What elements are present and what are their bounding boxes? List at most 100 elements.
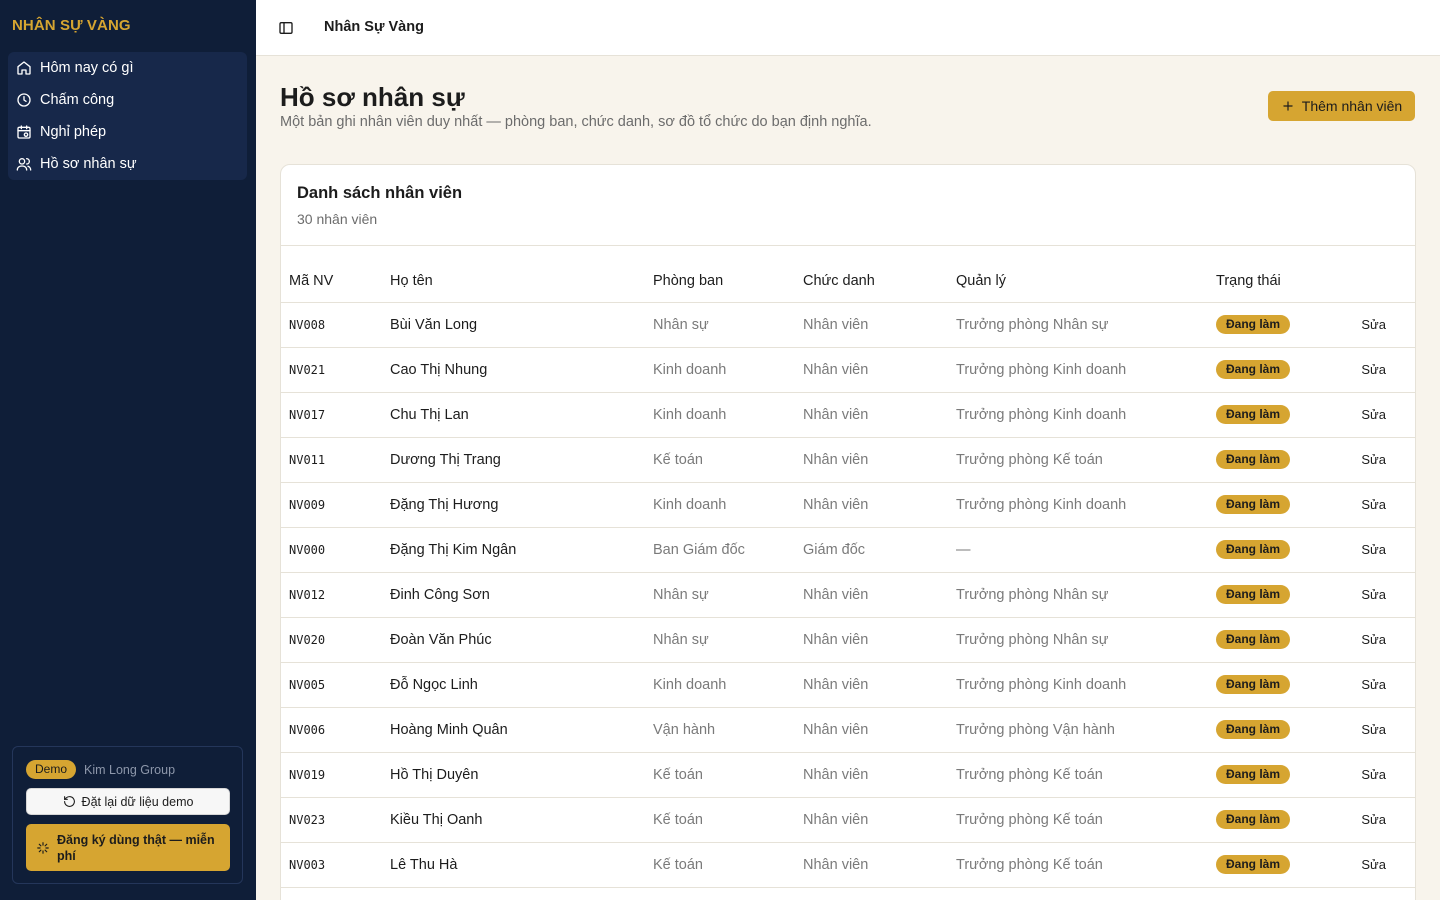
status-cell: Đang làm [1216, 392, 1356, 438]
table-row[interactable]: NV008 Bùi Văn Long Nhân sự Nhân viên Trưởng … [281, 302, 1415, 348]
edit-link[interactable]: Sửa [1361, 812, 1386, 827]
edit-link[interactable]: Sửa [1361, 767, 1386, 782]
reset-demo-button[interactable]: Đặt lại dữ liệu demo [26, 788, 230, 815]
sidebar-item-today[interactable]: Hôm nay có gì [8, 52, 247, 84]
employee-manager: Trưởng phòng Kế toán [956, 842, 1216, 888]
table-header-row: Mã NV Họ tên Phòng ban Chức danh Quản lý… [281, 260, 1415, 303]
table-row[interactable]: NV011 Dương Thị Trang Kế toán Nhân viên Trưở… [281, 437, 1415, 483]
sidebar-item-employees[interactable]: Hồ sơ nhân sự [8, 148, 247, 180]
status-cell: Đang làm [1216, 797, 1356, 843]
employee-department: Kinh doanh [653, 392, 803, 438]
actions-cell: Sửa [1356, 437, 1415, 483]
edit-link[interactable]: Sửa [1361, 542, 1386, 557]
employee-manager: Trưởng phòng Kinh doanh [956, 347, 1216, 393]
calendar-icon [17, 125, 31, 139]
employee-table: Mã NV Họ tên Phòng ban Chức danh Quản lý… [281, 260, 1415, 888]
employee-name: Cao Thị Nhung [390, 347, 653, 393]
table-row[interactable]: NV023 Kiều Thị Oanh Kế toán Nhân viên Trưởng… [281, 797, 1415, 843]
table-row[interactable]: NV017 Chu Thị Lan Kinh doanh Nhân viên Trưởn… [281, 392, 1415, 438]
employee-title: Nhân viên [803, 797, 956, 843]
column-header-id[interactable]: Mã NV [281, 260, 390, 303]
edit-link[interactable]: Sửa [1361, 497, 1386, 512]
employee-id: NV006 [281, 707, 390, 753]
table-row[interactable]: NV000 Đặng Thị Kim Ngân Ban Giám đốc Giám đ… [281, 527, 1415, 573]
edit-link[interactable]: Sửa [1361, 722, 1386, 737]
employee-id: NV017 [281, 392, 390, 438]
employee-title: Nhân viên [803, 752, 956, 798]
sidebar-item-label: Chấm công [40, 92, 115, 108]
table-row[interactable]: NV012 Đinh Công Sơn Nhân sự Nhân viên Trưởng… [281, 572, 1415, 618]
edit-link[interactable]: Sửa [1361, 317, 1386, 332]
employee-manager: Trưởng phòng Vận hành [956, 707, 1216, 753]
actions-cell: Sửa [1356, 842, 1415, 888]
column-header-department[interactable]: Phòng ban [653, 260, 803, 303]
sidebar: NHÂN SỰ VÀNG Hôm nay có gì Chấm công Ngh… [0, 0, 256, 900]
edit-link[interactable]: Sửa [1361, 407, 1386, 422]
column-header-title[interactable]: Chức danh [803, 260, 956, 303]
employee-name: Đoàn Văn Phúc [390, 617, 653, 663]
table-row[interactable]: NV019 Hồ Thị Duyên Kế toán Nhân viên Trưởng … [281, 752, 1415, 798]
employee-manager: Trưởng phòng Kinh doanh [956, 482, 1216, 528]
employee-id: NV005 [281, 662, 390, 708]
sidebar-item-leave[interactable]: Nghỉ phép [8, 116, 247, 148]
add-employee-button[interactable]: Thêm nhân viên [1268, 91, 1415, 121]
brand-logo[interactable]: NHÂN SỰ VÀNG [12, 17, 131, 34]
edit-link[interactable]: Sửa [1361, 632, 1386, 647]
employee-id: NV008 [281, 302, 390, 348]
employee-title: Nhân viên [803, 617, 956, 663]
column-header-name[interactable]: Họ tên [390, 260, 653, 303]
table-row[interactable]: NV003 Lê Thu Hà Kế toán Nhân viên Trưởng phò… [281, 842, 1415, 888]
employee-name: Đặng Thị Hương [390, 482, 653, 528]
employee-department: Vận hành [653, 707, 803, 753]
employee-name: Hoàng Minh Quân [390, 707, 653, 753]
table-row[interactable]: NV005 Đỗ Ngọc Linh Kinh doanh Nhân viên Trưở… [281, 662, 1415, 708]
employee-name: Đặng Thị Kim Ngân [390, 527, 653, 573]
actions-cell: Sửa [1356, 572, 1415, 618]
employee-department: Nhân sự [653, 572, 803, 618]
employee-title: Nhân viên [803, 662, 956, 708]
demo-panel: Demo Kim Long Group Đặt lại dữ liệu demo… [12, 746, 243, 884]
users-icon [16, 158, 32, 171]
signup-button[interactable]: Đăng ký dùng thật — miễn phí [26, 824, 230, 871]
employee-manager: Trưởng phòng Nhân sự [956, 302, 1216, 348]
sidebar-item-attendance[interactable]: Chấm công [8, 84, 247, 116]
signup-label: Đăng ký dùng thật — miễn phí [57, 832, 215, 863]
employee-title: Nhân viên [803, 842, 956, 888]
employee-name: Bùi Văn Long [390, 302, 653, 348]
edit-link[interactable]: Sửa [1361, 857, 1386, 872]
employee-department: Kinh doanh [653, 347, 803, 393]
employee-department: Kế toán [653, 797, 803, 843]
employee-title: Nhân viên [803, 302, 956, 348]
actions-cell: Sửa [1356, 527, 1415, 573]
employee-department: Kế toán [653, 842, 803, 888]
actions-cell: Sửa [1356, 662, 1415, 708]
column-header-actions [1356, 260, 1415, 303]
table-row[interactable]: NV021 Cao Thị Nhung Kinh doanh Nhân viên Trư… [281, 347, 1415, 393]
edit-link[interactable]: Sửa [1361, 362, 1386, 377]
table-row[interactable]: NV006 Hoàng Minh Quân Vận hành Nhân viên Trư… [281, 707, 1415, 753]
status-cell: Đang làm [1216, 302, 1356, 348]
top-bar: Nhân Sự Vàng [256, 0, 1440, 56]
status-badge: Đang làm [1216, 720, 1291, 739]
edit-link[interactable]: Sửa [1361, 452, 1386, 467]
table-body: NV008 Bùi Văn Long Nhân sự Nhân viên Trưởng … [281, 302, 1415, 888]
sidebar-item-label: Hôm nay có gì [40, 60, 134, 76]
refresh-icon [63, 796, 75, 807]
employee-id: NV019 [281, 752, 390, 798]
edit-link[interactable]: Sửa [1361, 677, 1386, 692]
employee-department: Nhân sự [653, 617, 803, 663]
table-row[interactable]: NV009 Đặng Thị Hương Kinh doanh Nhân viên Tr… [281, 482, 1415, 528]
employee-id: NV009 [281, 482, 390, 528]
add-employee-label: Thêm nhân viên [1301, 98, 1403, 114]
column-header-manager[interactable]: Quản lý [956, 260, 1216, 303]
actions-cell: Sửa [1356, 617, 1415, 663]
sidebar-nav: Hôm nay có gì Chấm công Nghỉ phép Hồ sơ … [8, 52, 247, 180]
employee-title: Nhân viên [803, 572, 956, 618]
sidebar-toggle-icon[interactable] [278, 20, 294, 36]
edit-link[interactable]: Sửa [1361, 587, 1386, 602]
divider [281, 245, 1415, 246]
table-row[interactable]: NV020 Đoàn Văn Phúc Nhân sự Nhân viên Trưởng… [281, 617, 1415, 663]
status-cell: Đang làm [1216, 662, 1356, 708]
column-header-status[interactable]: Trạng thái [1216, 260, 1356, 303]
employee-name: Lê Thu Hà [390, 842, 653, 888]
